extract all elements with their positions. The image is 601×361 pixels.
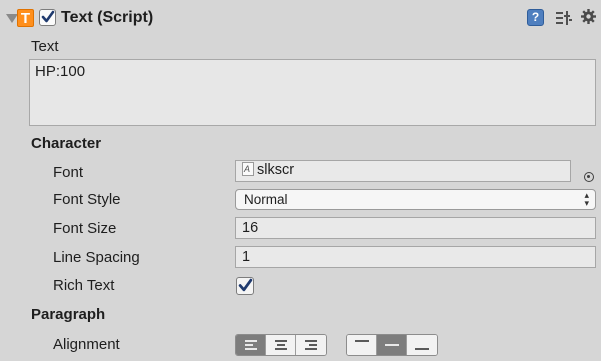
- line-spacing-field[interactable]: 1: [235, 246, 596, 268]
- preset-icon[interactable]: [555, 9, 573, 27]
- character-section-label: Character: [31, 135, 102, 152]
- font-value: slkscr: [257, 162, 295, 178]
- gear-icon[interactable]: [580, 8, 597, 25]
- paragraph-section-label: Paragraph: [31, 306, 106, 323]
- align-middle-button[interactable]: [377, 335, 407, 355]
- alignment-label: Alignment: [53, 336, 120, 353]
- font-style-value: Normal: [244, 192, 288, 207]
- component-header: T Text (Script) ?: [0, 0, 601, 36]
- text-label: Text: [31, 38, 59, 55]
- font-size-label: Font Size: [53, 220, 117, 237]
- component-enabled-checkbox[interactable]: [39, 9, 56, 26]
- align-center-button[interactable]: [266, 335, 296, 355]
- rich-text-label: Rich Text: [53, 277, 115, 294]
- rich-text-checkbox[interactable]: [236, 277, 254, 295]
- line-spacing-label: Line Spacing: [53, 249, 140, 266]
- text-component-icon: T: [17, 9, 34, 27]
- font-field[interactable]: Aslkscr: [235, 160, 571, 182]
- checkmark-icon: [41, 10, 55, 23]
- vertical-alignment-group: [346, 334, 438, 356]
- horizontal-alignment-group: [235, 334, 327, 356]
- align-right-button[interactable]: [296, 335, 326, 355]
- dropdown-arrows-icon: ▴ ▾: [584, 190, 589, 208]
- align-bottom-button[interactable]: [407, 335, 437, 355]
- checkmark-icon: [238, 278, 253, 292]
- align-left-button[interactable]: [236, 335, 266, 355]
- object-picker-icon[interactable]: [584, 172, 594, 182]
- font-file-icon: A: [242, 162, 254, 176]
- align-top-button[interactable]: [347, 335, 377, 355]
- font-style-dropdown[interactable]: Normal ▴ ▾: [235, 189, 596, 210]
- font-style-label: Font Style: [53, 191, 121, 208]
- font-label: Font: [53, 164, 84, 181]
- text-input[interactable]: HP:100: [29, 59, 596, 126]
- font-size-field[interactable]: 16: [235, 217, 596, 239]
- help-icon[interactable]: ?: [527, 9, 544, 26]
- component-title: Text (Script): [61, 9, 154, 26]
